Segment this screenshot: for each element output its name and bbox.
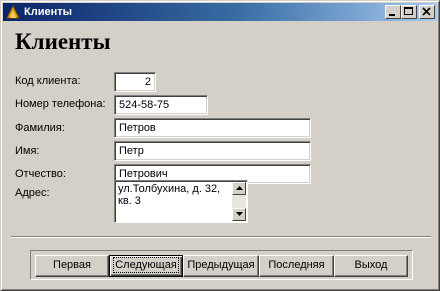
phone-label: Номер телефона:: [15, 98, 106, 110]
minimize-icon: [389, 14, 395, 16]
patronymic-label: Отчество:: [15, 168, 66, 180]
first-button[interactable]: Первая: [35, 255, 109, 277]
exit-button[interactable]: Выход: [334, 255, 408, 277]
separator-highlight: [11, 237, 431, 238]
maximize-icon: [404, 7, 413, 15]
address-text: ул.Толбухина, д. 32, кв. 3: [118, 183, 221, 207]
client-window: Клиенты Клиенты Код клиента: 2 Номер тел…: [0, 0, 440, 291]
close-button[interactable]: [419, 5, 435, 19]
application-icon[interactable]: [5, 4, 21, 20]
scroll-up-button[interactable]: [232, 182, 246, 195]
client-code-label: Код клиента:: [15, 75, 81, 87]
maximize-button[interactable]: [401, 5, 417, 19]
next-button-label: Следующая: [113, 257, 179, 273]
last-button[interactable]: Последняя: [259, 255, 334, 277]
title-bar[interactable]: Клиенты: [3, 3, 437, 21]
last-name-label: Фамилия:: [15, 122, 65, 134]
form-heading: Клиенты: [15, 29, 111, 54]
last-name-field[interactable]: Петров: [114, 118, 311, 138]
first-name-field[interactable]: Петр: [114, 141, 311, 161]
navigation-panel: Первая Следующая Предыдущая Последняя Вы…: [30, 250, 413, 280]
exit-button-label: Выход: [354, 259, 388, 271]
arrow-up-icon: [236, 186, 243, 190]
next-button[interactable]: Следующая: [109, 255, 183, 277]
previous-button[interactable]: Предыдущая: [183, 255, 259, 277]
address-label: Адрес:: [15, 187, 50, 199]
minimize-button[interactable]: [385, 5, 401, 19]
window-title: Клиенты: [24, 6, 73, 18]
phone-field[interactable]: 524-58-75: [114, 95, 208, 115]
first-button-label: Первая: [53, 259, 91, 271]
address-field[interactable]: ул.Толбухина, д. 32, кв. 3: [114, 180, 248, 223]
close-icon: [422, 7, 431, 16]
client-code-field[interactable]: 2: [114, 72, 156, 92]
previous-button-label: Предыдущая: [187, 259, 255, 271]
scroll-down-button[interactable]: [232, 208, 246, 221]
address-scrollbar[interactable]: [232, 182, 246, 221]
arrow-down-icon: [236, 212, 243, 216]
first-name-label: Имя:: [15, 145, 40, 157]
last-button-label: Последняя: [268, 259, 325, 271]
